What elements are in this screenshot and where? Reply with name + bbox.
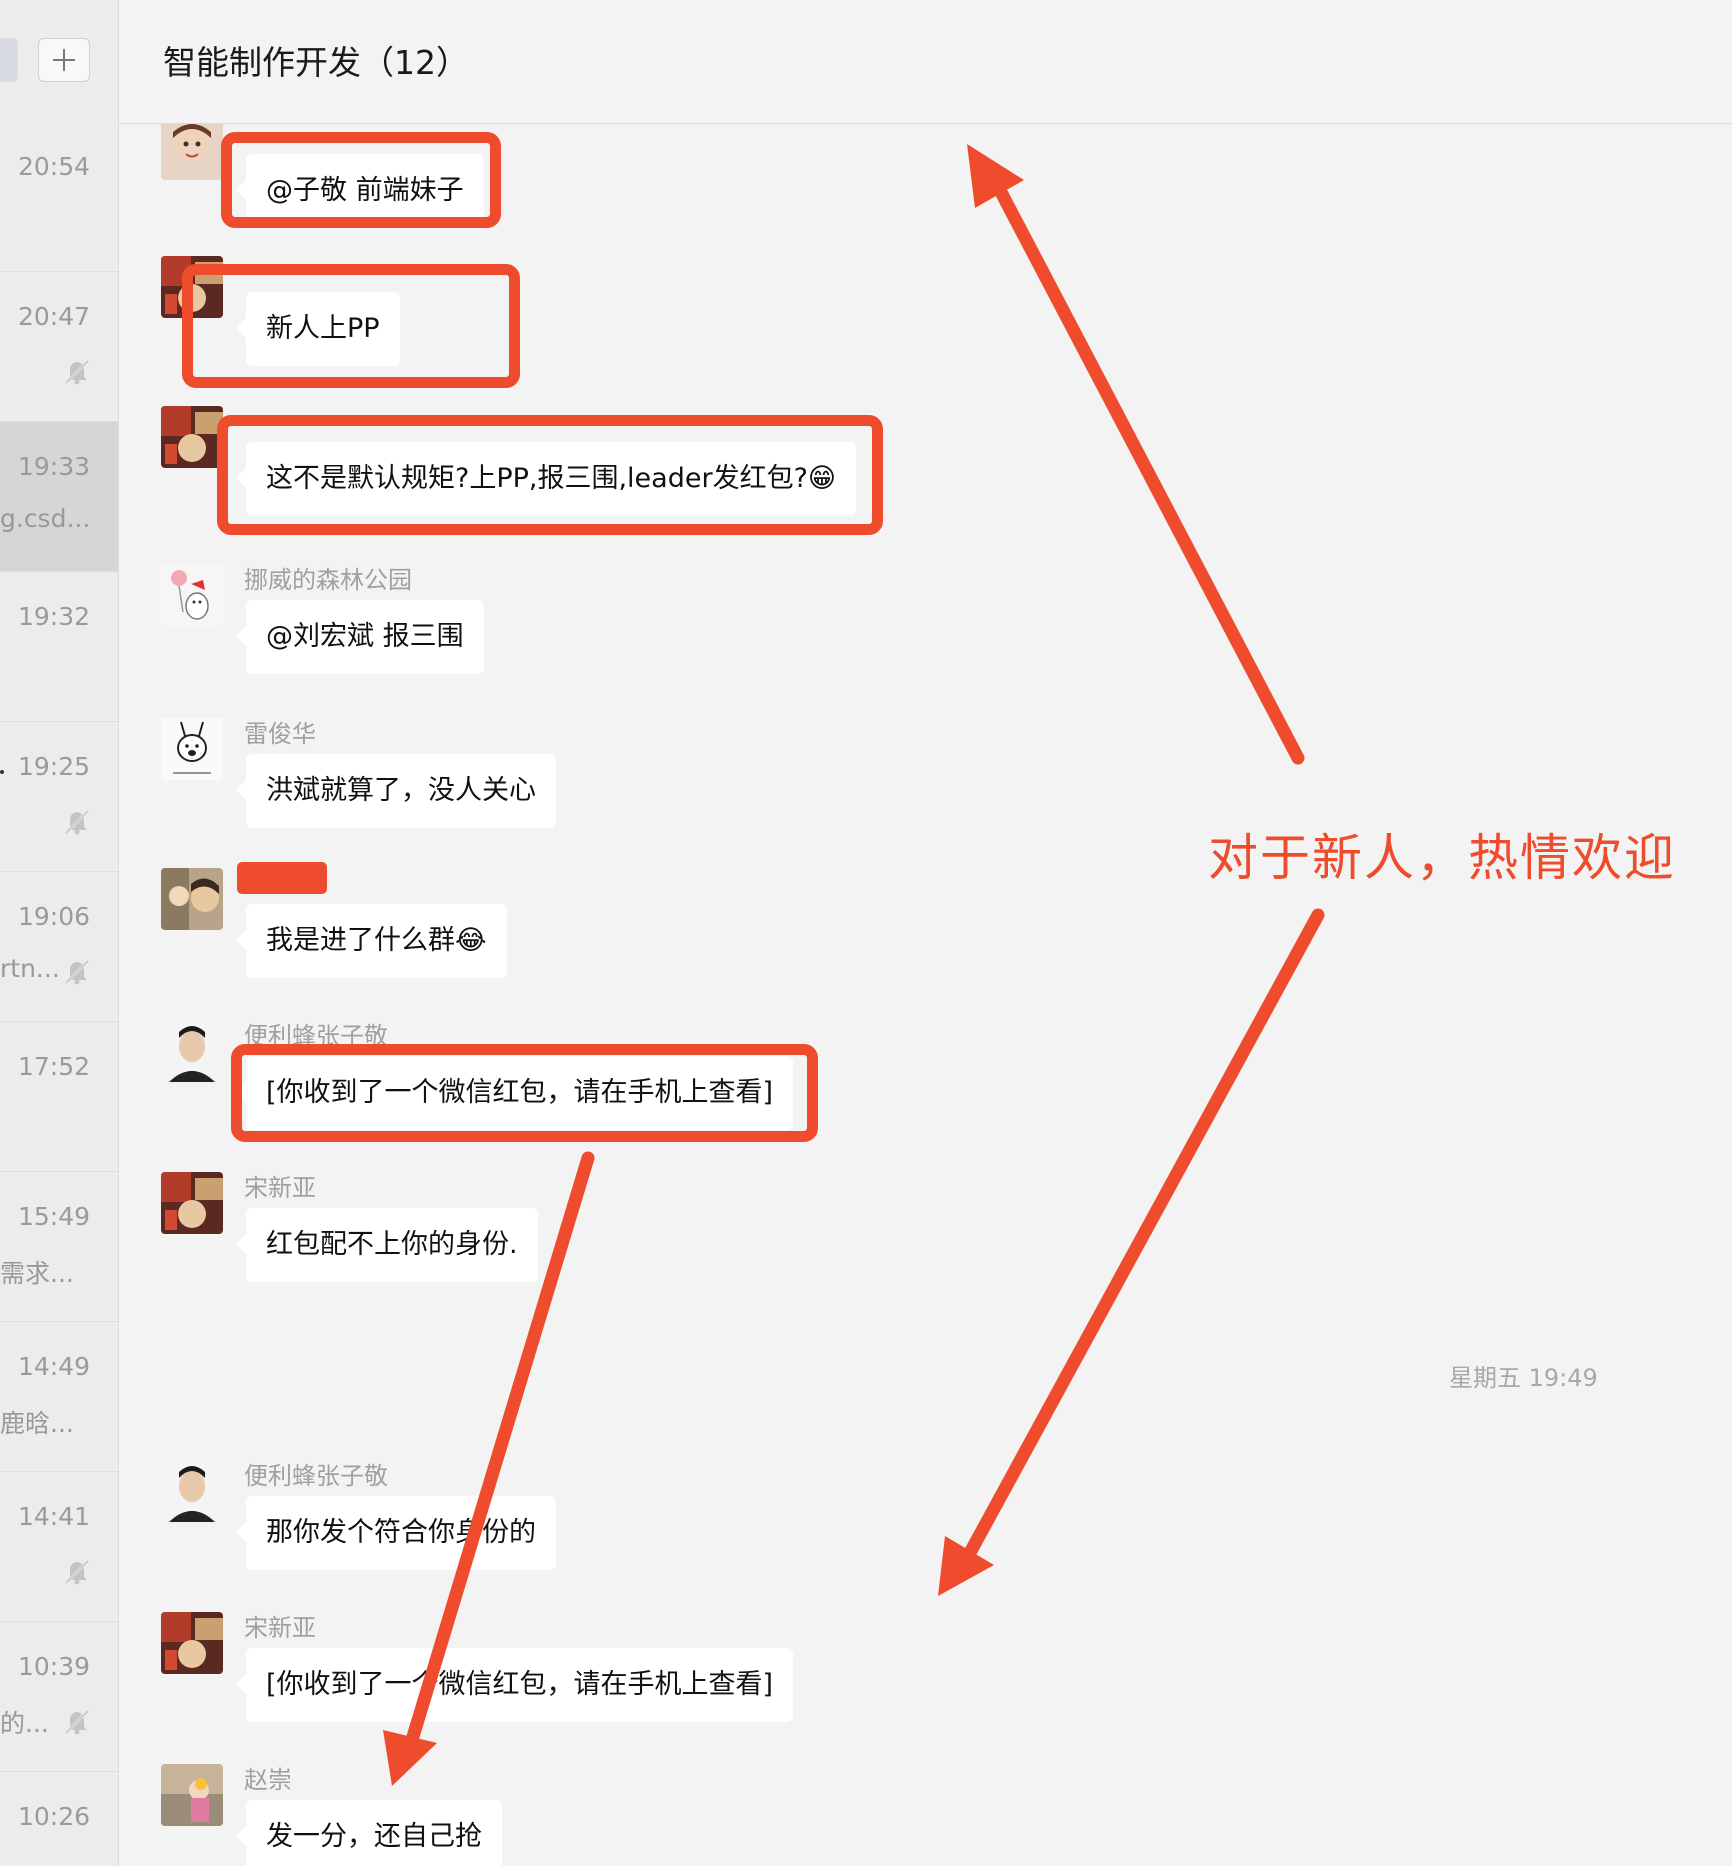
add-chat-button[interactable] (38, 38, 90, 82)
avatar[interactable] (161, 868, 223, 930)
bell-mute-icon (62, 956, 92, 990)
avatar[interactable] (161, 406, 223, 468)
bell-mute-icon (62, 1706, 92, 1740)
conversation-preview: 需求... (0, 1259, 74, 1288)
conversation-time: 19:06 (17, 902, 90, 931)
time-divider: 星期五 19:49 (1449, 1364, 1598, 1392)
conversation-time: 15:49 (17, 1202, 90, 1231)
conversation-time: 10:26 (17, 1802, 90, 1831)
avatar[interactable] (161, 124, 223, 180)
bell-mute-icon (62, 356, 92, 390)
avatar[interactable] (161, 1460, 223, 1522)
message-bubble[interactable]: 红包配不上你的身份. (236, 1208, 538, 1282)
highlight-box (217, 415, 883, 535)
conversation-time: 19:32 (17, 602, 90, 631)
sender-name: 宋新亚 (244, 1614, 316, 1642)
highlight-box (231, 1044, 818, 1142)
avatar[interactable] (161, 564, 223, 626)
unread-dot (0, 770, 4, 774)
avatar[interactable] (161, 1172, 223, 1234)
message-bubble[interactable]: @刘宏斌 报三围 (236, 600, 484, 674)
highlight-box (182, 264, 520, 388)
conversation-item[interactable]: 10:39 的... (0, 1622, 118, 1772)
conversation-preview: rtn... (0, 954, 60, 983)
sender-name: 赵崇 (244, 1766, 292, 1794)
avatar[interactable] (161, 1020, 223, 1082)
avatar[interactable] (161, 1764, 223, 1826)
conversation-item[interactable]: 20:47 (0, 272, 118, 422)
conversation-time: 20:54 (17, 152, 90, 181)
search-box[interactable] (0, 38, 18, 82)
chat-header: 智能制作开发（12） (119, 0, 1732, 124)
sender-name: 雷俊华 (244, 720, 316, 748)
avatar[interactable] (161, 718, 223, 780)
message-bubble[interactable]: 发一分，还自己抢 (236, 1800, 502, 1866)
highlight-box (221, 132, 501, 228)
message-bubble[interactable]: 洪斌就算了，没人关心 (236, 754, 556, 828)
redacted-sender-name (237, 862, 327, 894)
conversation-item[interactable]: 17:52 (0, 1022, 118, 1172)
plus-icon (53, 49, 75, 71)
message-bubble[interactable]: [你收到了一个微信红包，请在手机上查看] (235, 1648, 794, 1722)
conversation-item[interactable]: 19:33 g.csd... (0, 422, 118, 572)
avatar[interactable] (161, 1612, 223, 1674)
sender-name: 便利蜂张子敬 (244, 1462, 388, 1490)
conversation-item[interactable]: 19:06 rtn... (0, 872, 118, 1022)
conversation-preview: 的... (0, 1709, 49, 1738)
chat-title: 智能制作开发（12） (163, 43, 469, 82)
conversation-preview: 鹿晗... (0, 1409, 74, 1438)
conversation-time: 20:47 (17, 302, 90, 331)
bell-mute-icon (62, 806, 92, 840)
conversation-item[interactable]: 10:26 (0, 1772, 118, 1866)
conversation-time: 17:52 (17, 1052, 90, 1081)
conversation-list: 20:54 20:47 19:33 g.csd... 19:32 19:25 19:06 rt… (0, 0, 119, 1866)
conversation-item[interactable]: 14:41 (0, 1472, 118, 1622)
message-bubble[interactable]: 我是进了什么群😂 (236, 904, 507, 978)
conversation-preview: g.csd... (0, 504, 91, 533)
conversation-time: 19:25 (17, 752, 90, 781)
sender-name: 挪威的森林公园 (244, 566, 412, 594)
message-bubble[interactable]: 那你发个符合你身份的 (236, 1496, 556, 1570)
annotation-caption: 对于新人，热情欢迎 (1208, 829, 1676, 887)
conversation-item[interactable]: 14:49 鹿晗... (0, 1322, 118, 1472)
sender-name: 宋新亚 (244, 1174, 316, 1202)
conversation-time: 10:39 (17, 1652, 90, 1681)
conversation-time: 14:41 (17, 1502, 90, 1531)
conversation-item[interactable]: 20:54 (0, 122, 118, 272)
conversation-time: 19:33 (17, 452, 90, 481)
conversation-item[interactable]: 19:32 (0, 572, 118, 722)
conversation-item[interactable]: 15:49 需求... (0, 1172, 118, 1322)
bell-mute-icon (62, 1556, 92, 1590)
conversation-item[interactable]: 19:25 (0, 722, 118, 872)
conversation-time: 14:49 (17, 1352, 90, 1381)
